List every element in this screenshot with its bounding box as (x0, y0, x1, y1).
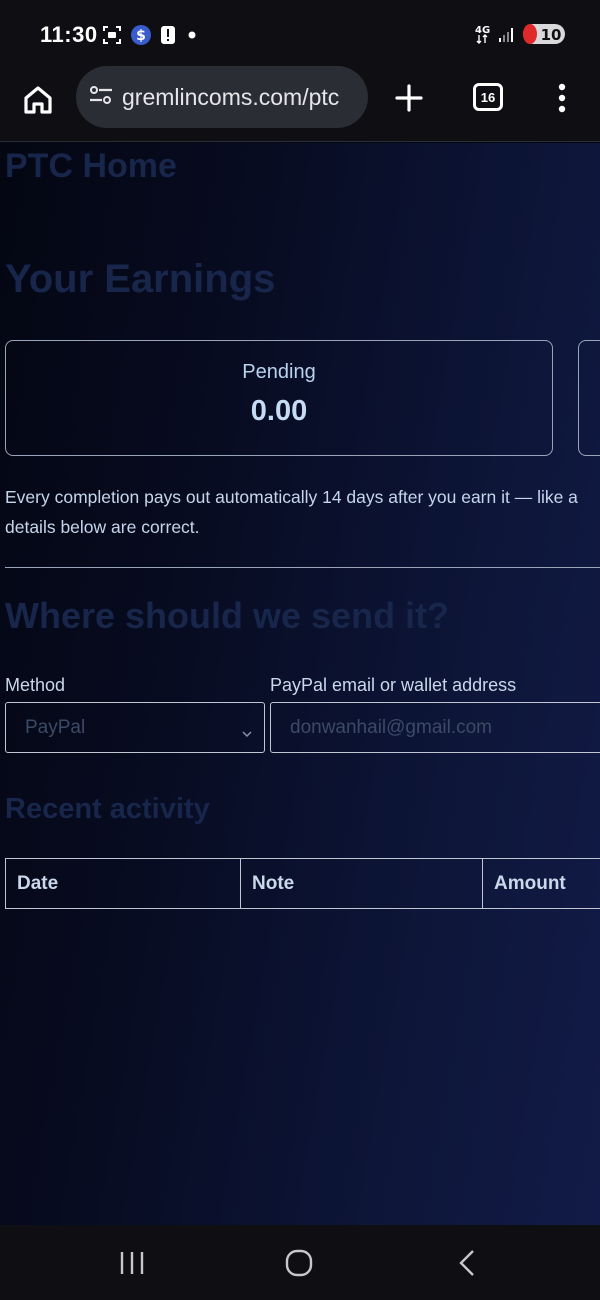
send-title: Where should we send it? (5, 595, 450, 636)
method-selected-value: PayPal (25, 716, 86, 738)
svg-text:$: $ (136, 28, 146, 44)
signal-icon (498, 24, 516, 44)
nav-home-button[interactable] (285, 1249, 313, 1277)
table-header-amount: Amount (494, 872, 566, 894)
payout-info-line-2: details below are correct. (5, 517, 200, 537)
activity-table: Date Note Amount (5, 858, 600, 909)
svg-text:10: 10 (541, 26, 562, 44)
battery-icon: 10 (522, 22, 566, 46)
table-header-note: Note (241, 859, 483, 908)
home-button[interactable] (20, 82, 56, 118)
url-text: gremlincoms.com/ptc (122, 83, 340, 110)
page-heading: PTC Home (5, 147, 177, 185)
notification-icons: $ (102, 24, 200, 46)
browser-menu-button[interactable] (552, 82, 572, 114)
method-select[interactable]: PayPal (5, 702, 265, 753)
alert-icon (160, 25, 176, 45)
payout-info-line-1: Every completion pays out automatically … (5, 487, 578, 507)
system-icons: 4G 10 (474, 22, 566, 46)
divider (5, 567, 600, 568)
svg-text:4G: 4G (475, 25, 490, 36)
back-icon (459, 1250, 474, 1276)
tab-switcher-button[interactable]: 16 (473, 83, 503, 111)
status-bar: 11:30 $ 4G 10 (0, 0, 600, 66)
more-vertical-icon (558, 83, 566, 113)
plus-icon (395, 84, 423, 112)
earnings-card-offscreen (578, 340, 600, 456)
browser-toolbar: gremlincoms.com/ptc 16 (0, 66, 600, 142)
home-icon (24, 86, 52, 114)
recents-button[interactable] (118, 1250, 146, 1276)
site-settings-icon[interactable] (88, 82, 114, 113)
payout-info: Every completion pays out automatically … (5, 482, 600, 542)
status-time: 11:30 (40, 22, 98, 47)
home-circle-icon (285, 1249, 313, 1277)
pending-card: Pending 0.00 (5, 340, 553, 456)
pending-value: 0.00 (250, 395, 308, 427)
new-tab-button[interactable] (393, 82, 425, 114)
activity-title: Recent activity (5, 793, 210, 825)
navigation-bar (0, 1225, 600, 1300)
recents-icon (120, 1252, 144, 1274)
address-input[interactable] (270, 702, 600, 753)
back-button[interactable] (457, 1249, 477, 1277)
dollar-app-icon: $ (130, 24, 152, 46)
dot-icon (184, 27, 200, 43)
table-header-date: Date (6, 859, 241, 908)
url-bar[interactable]: gremlincoms.com/ptc (76, 66, 368, 128)
earnings-title: Your Earnings (5, 257, 276, 301)
method-label: Method (5, 675, 66, 695)
chevron-down-icon (242, 723, 252, 738)
network-4g-icon: 4G (474, 23, 492, 45)
screenshot-icon (102, 25, 122, 45)
web-page: PTC Home Your Earnings Pending 0.00 Ever… (0, 143, 600, 1225)
address-label: PayPal email or wallet address (270, 675, 517, 695)
pending-label: Pending (242, 361, 316, 383)
